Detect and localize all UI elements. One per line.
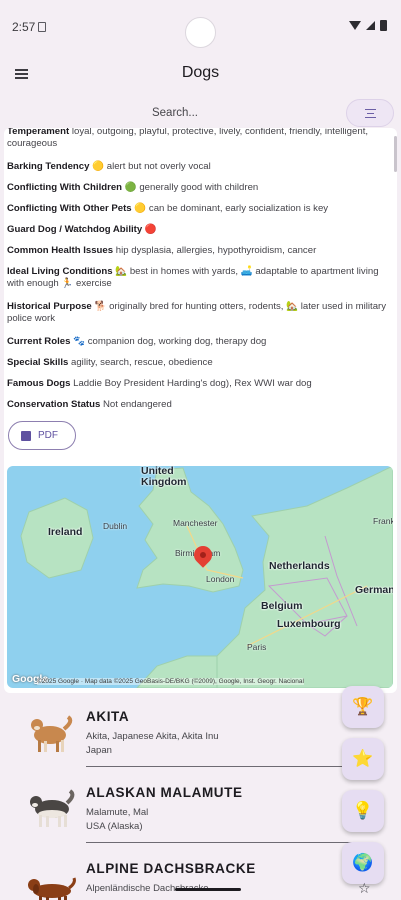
pdf-icon <box>21 431 31 441</box>
map-label-ireland: Ireland <box>48 526 83 538</box>
map-label-german: German <box>355 584 393 596</box>
breed-list-item[interactable]: ALPINE DACHSBRACKE Alpenländische Dachsb… <box>0 849 401 900</box>
favorite-star-icon[interactable]: ☆ <box>358 880 371 897</box>
status-time: 2:57 <box>12 20 36 34</box>
detail-label: Temperament <box>7 128 70 137</box>
map-label-dublin: Dublin <box>103 521 128 531</box>
breed-origin: USA (Alaska) <box>86 821 143 832</box>
breed-aliases: Akita, Japanese Akita, Akita Inu <box>86 731 219 742</box>
search-input[interactable] <box>100 102 250 124</box>
breed-name: AKITA <box>86 709 130 724</box>
breed-list: AKITA Akita, Japanese Akita, Akita Inu J… <box>0 697 401 900</box>
map-label-luxembourg: Luxembourg <box>277 618 341 630</box>
breed-detail-card[interactable]: Temperament loyal, outgoing, playful, pr… <box>4 128 397 693</box>
battery-icon <box>380 20 387 31</box>
world-button[interactable]: 🌍 <box>342 842 384 884</box>
detail-label: Special Skills <box>7 357 69 368</box>
tune-icon <box>365 109 376 118</box>
star-icon: ⭐ <box>352 749 374 768</box>
detail-value: 🟡 alert but not overly vocal <box>92 161 211 172</box>
wifi-icon <box>349 21 361 30</box>
map-attribution: ©2025 Google · Map data ©2025 GeoBasis-D… <box>37 678 304 685</box>
alpine-dachsbracke-photo <box>28 877 76 900</box>
detail-value: Not endangered <box>102 399 172 410</box>
detail-label: Ideal Living Conditions <box>7 266 113 277</box>
detail-label: Conflicting With Children <box>7 182 123 193</box>
detail-pets: Conflicting With Other Pets 🟡 can be dom… <box>7 203 392 215</box>
alaskan-malamute-photo <box>30 789 75 827</box>
map-label-manchester: Manchester <box>173 518 218 528</box>
breed-origin: Japan <box>86 745 112 756</box>
globe-icon: 🌍 <box>352 853 374 872</box>
breed-name: ALASKAN MALAMUTE <box>86 785 243 800</box>
map-label-paris: Paris <box>247 642 267 652</box>
detail-value: 🟢 generally good with children <box>124 182 259 193</box>
map-label-netherlands: Netherlands <box>269 560 330 572</box>
detail-label: Current Roles <box>7 336 71 347</box>
trophy-icon: 🏆 <box>352 697 374 716</box>
detail-value: 🔴 <box>144 224 157 235</box>
detail-value: Laddie Boy President Harding's dog), Rex… <box>73 378 312 389</box>
detail-skills: Special Skills agility, search, rescue, … <box>7 357 392 369</box>
pdf-button-label: PDF <box>38 430 58 441</box>
page-title: Dogs <box>181 64 220 81</box>
akita-photo <box>31 715 73 752</box>
detail-barking: Barking Tendency 🟡 alert but not overly … <box>7 161 392 173</box>
detail-conservation: Conservation Status Not endangered <box>7 399 392 411</box>
detail-label: Famous Dogs <box>7 378 71 389</box>
detail-guard: Guard Dog / Watchdog Ability 🔴 <box>7 224 392 236</box>
breed-list-item[interactable]: AKITA Akita, Japanese Akita, Akita Inu J… <box>0 697 401 773</box>
breed-list-item[interactable]: ALASKAN MALAMUTE Malamute, Mal USA (Alas… <box>0 773 401 849</box>
detail-value: hip dysplasia, allergies, hypothyroidism… <box>115 245 317 256</box>
detail-value: 🐾 companion dog, working dog, therapy do… <box>73 336 267 347</box>
signal-icon <box>366 21 375 30</box>
detail-living: Ideal Living Conditions 🏡 best in homes … <box>7 266 392 289</box>
map-view[interactable]: United Kingdom Ireland Dublin Manchester… <box>7 466 393 688</box>
detail-history: Historical Purpose 🐕 originally bred for… <box>7 301 392 324</box>
detail-children: Conflicting With Children 🟢 generally go… <box>7 182 392 194</box>
camera-cutout <box>185 17 216 48</box>
map-land <box>20 466 393 688</box>
map-label-belgium: Belgium <box>261 600 303 612</box>
detail-roles: Current Roles 🐾 companion dog, working d… <box>7 336 392 348</box>
detail-label: Common Health Issues <box>7 245 114 256</box>
divider <box>86 842 366 843</box>
pdf-button[interactable]: PDF <box>8 421 76 450</box>
divider <box>86 766 366 767</box>
detail-label: Guard Dog / Watchdog Ability <box>7 224 143 235</box>
map-label-frank: Frank <box>373 516 393 526</box>
tips-button[interactable]: 💡 <box>342 790 384 832</box>
filter-button[interactable] <box>346 99 394 127</box>
trophy-button[interactable]: 🏆 <box>342 686 384 728</box>
breed-aliases: Malamute, Mal <box>86 807 149 818</box>
detail-value: 🟡 can be dominant, early socialization i… <box>134 203 329 214</box>
detail-label: Conservation Status <box>7 399 101 410</box>
map-label-uk: United Kingdom <box>141 466 187 488</box>
app-bar: Dogs <box>0 48 401 98</box>
lightbulb-icon: 💡 <box>352 801 374 820</box>
home-indicator[interactable] <box>175 888 241 891</box>
search-row <box>0 98 401 128</box>
detail-value: agility, search, rescue, obedience <box>71 357 213 368</box>
status-icons <box>349 20 387 31</box>
detail-label: Barking Tendency <box>7 161 90 172</box>
detail-famous: Famous Dogs Laddie Boy President Harding… <box>7 378 392 390</box>
favorites-button[interactable]: ⭐ <box>342 738 384 780</box>
detail-temperament: Temperament loyal, outgoing, playful, pr… <box>7 128 392 149</box>
breed-name: ALPINE DACHSBRACKE <box>86 861 256 876</box>
detail-label: Historical Purpose <box>7 301 92 312</box>
detail-health: Common Health Issues hip dysplasia, alle… <box>7 245 392 257</box>
map-label-london: London <box>206 574 235 584</box>
sim-icon <box>38 22 46 32</box>
status-bar: 2:57 <box>0 0 401 48</box>
scrollbar[interactable] <box>394 136 397 172</box>
detail-label: Conflicting With Other Pets <box>7 203 132 214</box>
